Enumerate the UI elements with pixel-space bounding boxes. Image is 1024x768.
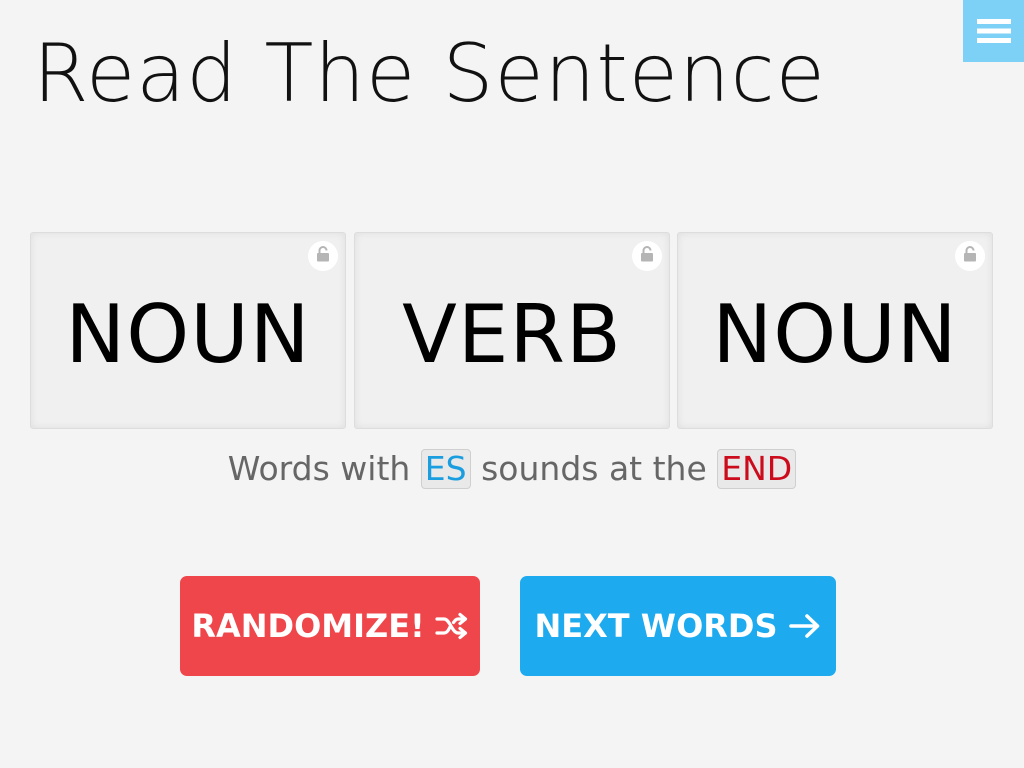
lock-icon xyxy=(963,246,977,266)
lock-icon xyxy=(640,246,654,266)
randomize-label: RANDOMIZE! xyxy=(191,607,425,645)
word-cards: NOUN VERB NOUN xyxy=(30,232,994,429)
sound-hint: Words with ES sounds at the END xyxy=(0,446,1024,492)
word-card-2[interactable]: VERB xyxy=(354,232,670,429)
word-card-label: NOUN xyxy=(65,287,311,381)
randomize-button[interactable]: RANDOMIZE! xyxy=(180,576,480,676)
page: Read The Sentence NOUN VERB NOUN Words w… xyxy=(0,0,1024,768)
next-words-button[interactable]: NEXT WORDS xyxy=(520,576,836,676)
page-title: Read The Sentence xyxy=(33,27,826,120)
arrow-right-icon xyxy=(788,612,822,640)
hint-prefix: Words with xyxy=(227,449,411,488)
next-words-label: NEXT WORDS xyxy=(534,607,778,645)
sound-tag: ES xyxy=(420,449,471,489)
hamburger-menu-icon xyxy=(976,18,1011,44)
menu-button[interactable] xyxy=(963,0,1024,62)
position-tag: END xyxy=(717,449,797,489)
word-card-1[interactable]: NOUN xyxy=(30,232,346,429)
word-card-3[interactable]: NOUN xyxy=(677,232,993,429)
lock-button[interactable] xyxy=(955,241,985,271)
shuffle-icon xyxy=(435,612,469,640)
lock-button[interactable] xyxy=(308,241,338,271)
word-card-label: NOUN xyxy=(712,287,958,381)
lock-button[interactable] xyxy=(632,241,662,271)
hint-middle: sounds at the xyxy=(481,449,707,488)
lock-icon xyxy=(316,246,330,266)
word-card-label: VERB xyxy=(402,287,622,381)
